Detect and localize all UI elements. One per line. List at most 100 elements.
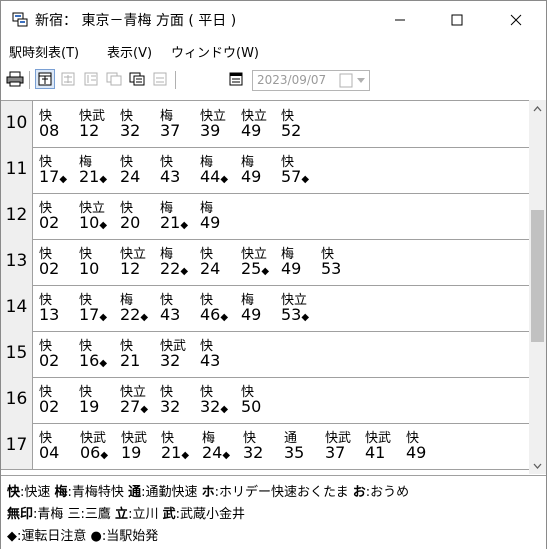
departure-minute: 49	[406, 443, 426, 462]
legend-key: 通	[128, 485, 142, 500]
close-icon	[510, 14, 522, 26]
departure-minute: 02	[39, 259, 59, 278]
minute-value: 13	[39, 305, 60, 324]
calendar-icon[interactable]	[226, 69, 246, 89]
legend-text: :ホリデー快速おくたま	[214, 485, 353, 500]
minute-value: 32	[120, 121, 141, 140]
minute-value: 10	[79, 259, 100, 278]
legend-text: :青梅特快	[67, 485, 129, 500]
minute-value: 17	[79, 305, 100, 324]
minute-value: 43	[200, 351, 221, 370]
vertical-scrollbar[interactable]	[529, 100, 546, 474]
minute-value: 22	[120, 305, 141, 324]
departure-minute: 49	[200, 213, 220, 232]
weekday-icon[interactable]	[104, 69, 124, 89]
minute-value: 06	[80, 443, 101, 462]
scroll-down-icon[interactable]	[529, 457, 546, 474]
minimize-icon	[395, 19, 405, 21]
date-dropdown-icon[interactable]	[339, 73, 367, 88]
legend-line-1: 快:快速 梅:青梅特快 通:通勤快速 ホ:ホリデー快速おくたま お:おうめ	[7, 481, 409, 500]
menu-window[interactable]: ウィンドウ(W)	[171, 42, 259, 61]
hour-cell: 13	[1, 239, 33, 285]
hour-cell: 12	[1, 193, 33, 239]
minute-value: 21	[79, 167, 100, 186]
departure-minute: 04	[39, 443, 59, 462]
window-title: 新宿： 東京－青梅 方面 ( 平日 )	[35, 13, 237, 29]
station-icon[interactable]	[127, 69, 147, 89]
departure-minute: 02	[39, 213, 59, 232]
minute-value: 37	[325, 443, 346, 462]
departure-minute: 43	[160, 305, 180, 324]
departure-minute: 21	[120, 351, 140, 370]
minute-value: 17	[39, 167, 60, 186]
hour-cell: 11	[1, 147, 33, 193]
line-icon[interactable]	[81, 69, 101, 89]
maximize-button[interactable]	[434, 1, 480, 39]
minute-value: 35	[284, 443, 305, 462]
departure-minute: 02	[39, 351, 59, 370]
scroll-thumb[interactable]	[531, 210, 544, 342]
departure-minute: 46◆	[200, 305, 228, 324]
departure-minute: 52	[281, 121, 301, 140]
departure-minute: 24	[120, 167, 140, 186]
hour-label: 10	[5, 113, 28, 133]
minute-value: 49	[200, 213, 221, 232]
departure-minute: 41	[365, 443, 385, 462]
menu-view[interactable]: 表示(V)	[107, 42, 152, 61]
hour-row-16: 16 快 02 快 19 快立 27◆ 快 32 快 32◆ 快 50	[1, 377, 529, 424]
menu-bar: 駅時刻表(T) 表示(V) ウィンドウ(W)	[1, 39, 546, 63]
minute-value: 32	[160, 397, 181, 416]
title-bar: 新宿： 東京－青梅 方面 ( 平日 )	[1, 1, 546, 39]
minute-value: 12	[79, 121, 100, 140]
hour-label: 17	[5, 435, 28, 455]
caution-mark: ◆	[301, 312, 310, 323]
departure-minute: 19	[79, 397, 99, 416]
departure-minute: 32	[120, 121, 140, 140]
legend-text: :快速	[20, 485, 55, 500]
caution-mark: ◆	[99, 174, 108, 185]
minute-value: 50	[241, 397, 262, 416]
departure-minute: 35	[284, 443, 304, 462]
departure-minute: 13	[39, 305, 59, 324]
minute-value: 08	[39, 121, 60, 140]
departure-minute: 22◆	[120, 305, 148, 324]
close-button[interactable]	[493, 1, 539, 39]
departure-minute: 53◆	[281, 305, 309, 324]
caution-mark: ◆	[99, 220, 108, 231]
scroll-up-icon[interactable]	[529, 100, 546, 117]
minute-value: 49	[281, 259, 302, 278]
train-icon[interactable]	[58, 69, 78, 89]
caution-mark: ◆	[140, 312, 149, 323]
hour-label: 11	[5, 159, 28, 179]
timetable-grid: 10 快 08 快武 12 快 32 梅 37 快立 39 快立 49 快 52 11 快 17◆ 梅 21◆ 快…	[1, 100, 529, 475]
minute-value: 27	[120, 397, 141, 416]
menu-timetable[interactable]: 駅時刻表(T)	[9, 42, 79, 61]
minute-value: 02	[39, 259, 60, 278]
caution-mark: ◆	[180, 220, 189, 231]
hour-row-13: 13 快 02 快 10 快立 12 梅 22◆ 快 24 快立 25◆ 梅 49 快 53	[1, 239, 529, 286]
holiday-icon[interactable]	[150, 69, 170, 89]
minute-value: 16	[79, 351, 100, 370]
timetable-icon[interactable]	[35, 69, 55, 89]
minimize-button[interactable]	[377, 1, 423, 39]
minute-value: 49	[241, 167, 262, 186]
departure-minute: 32◆	[200, 397, 228, 416]
hour-cell: 17	[1, 423, 33, 469]
minute-value: 22	[160, 259, 181, 278]
date-picker[interactable]: 2023/09/07	[252, 70, 370, 91]
departure-minute: 43	[160, 167, 180, 186]
print-icon[interactable]	[5, 69, 25, 89]
toolbar: 2023/09/07	[1, 65, 546, 95]
departure-minute: 12	[79, 121, 99, 140]
departures: 快 08 快武 12 快 32 梅 37 快立 39 快立 49 快 52	[33, 101, 529, 147]
departure-minute: 06◆	[80, 443, 108, 462]
minute-value: 41	[365, 443, 386, 462]
departure-minute: 02	[39, 397, 59, 416]
caution-mark: ◆	[140, 404, 149, 415]
departure-minute: 50	[241, 397, 261, 416]
departure-minute: 21◆	[160, 213, 188, 232]
caution-mark: ◆	[99, 312, 108, 323]
departure-minute: 32	[243, 443, 263, 462]
departure-minute: 27◆	[120, 397, 148, 416]
date-value: 2023/09/07	[257, 73, 327, 87]
